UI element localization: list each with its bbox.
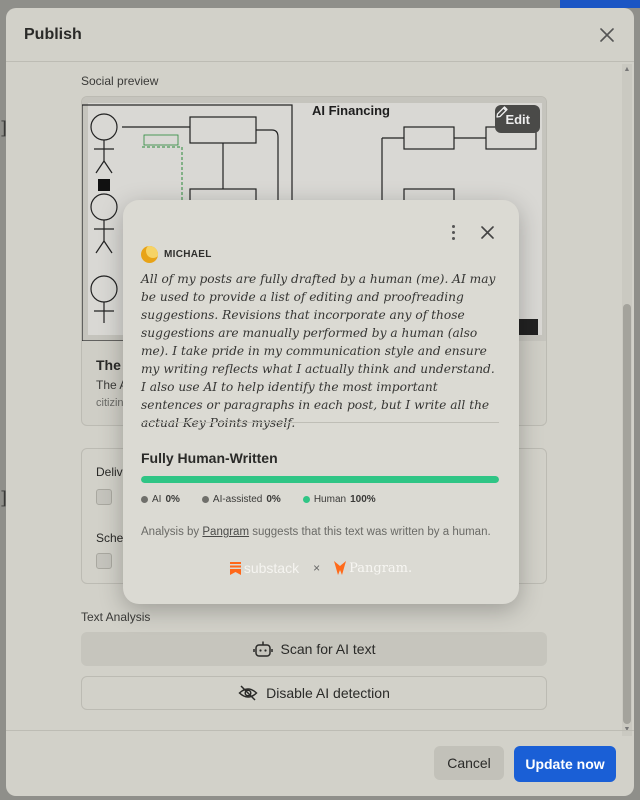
disable-label: Disable AI detection bbox=[266, 685, 390, 701]
schedule-checkbox[interactable] bbox=[96, 553, 112, 569]
delivery-label: Deliv bbox=[96, 465, 123, 479]
close-icon bbox=[480, 225, 494, 239]
robot-icon bbox=[252, 641, 273, 657]
verdict-title: Fully Human-Written bbox=[141, 450, 278, 466]
avatar bbox=[141, 246, 158, 263]
pangram-logo: Pangram. bbox=[334, 561, 412, 576]
legend-dot bbox=[141, 496, 148, 503]
cancel-button[interactable]: Cancel bbox=[434, 746, 504, 780]
analysis-note: Analysis by Pangram suggests that this t… bbox=[141, 526, 491, 538]
edit-preview-button[interactable]: Edit bbox=[495, 105, 540, 133]
text-analysis-label: Text Analysis bbox=[81, 610, 151, 624]
pangram-link[interactable]: Pangram bbox=[202, 526, 249, 538]
delivery-checkbox[interactable] bbox=[96, 489, 112, 505]
brand-separator: × bbox=[313, 561, 321, 575]
pangram-icon bbox=[334, 561, 347, 575]
dialog-title: Publish bbox=[24, 26, 82, 43]
human-score-fill bbox=[141, 476, 499, 483]
ai-analysis-popup: MICHAEL All of my posts are fully drafte… bbox=[123, 200, 519, 604]
social-preview-label: Social preview bbox=[81, 74, 159, 88]
scan-label: Scan for AI text bbox=[280, 641, 376, 657]
preview-image-title: AI Financing bbox=[312, 103, 390, 118]
legend-value: 0% bbox=[165, 494, 180, 505]
background-topbar bbox=[560, 0, 640, 8]
legend-label: AI bbox=[152, 494, 162, 505]
substack-icon bbox=[229, 561, 241, 575]
dialog-scrollbar[interactable]: ▲ ▼ bbox=[622, 64, 632, 736]
scan-ai-text-button[interactable]: Scan for AI text bbox=[81, 632, 547, 666]
pangram-wordmark: Pangram. bbox=[349, 560, 413, 576]
eye-off-icon bbox=[238, 685, 258, 701]
update-now-button[interactable]: Update now bbox=[514, 746, 616, 782]
schedule-label: Sche bbox=[96, 531, 124, 545]
substack-wordmark: substack bbox=[243, 560, 300, 576]
legend-label: Human bbox=[313, 494, 347, 505]
brand-row: substack × Pangram. bbox=[123, 560, 519, 576]
ai-usage-statement: All of my posts are fully drafted by a h… bbox=[141, 272, 496, 430]
scroll-thumb[interactable] bbox=[623, 304, 631, 724]
divider bbox=[141, 422, 499, 423]
legend-ai: AI 0% bbox=[141, 494, 180, 505]
legend-value: 0% bbox=[266, 494, 281, 505]
legend-ai-assisted: AI-assisted 0% bbox=[201, 494, 281, 505]
dialog-close-button[interactable] bbox=[594, 22, 620, 48]
human-score-bar bbox=[141, 476, 499, 483]
legend-dot bbox=[302, 496, 310, 503]
legend-dot bbox=[201, 496, 209, 503]
more-options-icon[interactable] bbox=[443, 220, 463, 244]
analysis-suffix: suggests that this text was written by a… bbox=[252, 526, 491, 538]
legend-human: Human 100% bbox=[302, 494, 376, 505]
legend-value: 100% bbox=[350, 494, 376, 505]
disable-ai-detection-button[interactable]: Disable AI detection bbox=[81, 676, 547, 710]
author-name: MICHAEL bbox=[164, 249, 212, 260]
author-row: MICHAEL bbox=[141, 246, 212, 263]
popup-close-button[interactable] bbox=[475, 220, 499, 244]
preview-domain: citizin bbox=[96, 397, 124, 409]
analysis-prefix: Analysis by bbox=[141, 526, 200, 538]
dialog-footer: Cancel Update now bbox=[6, 730, 634, 796]
close-icon bbox=[600, 28, 614, 42]
substack-logo: substack bbox=[229, 560, 300, 576]
pencil-icon bbox=[496, 106, 509, 118]
score-legend: AI 0% AI-assisted 0% Human 100% bbox=[141, 494, 376, 505]
scroll-up-arrow-icon[interactable]: ▲ bbox=[623, 66, 631, 74]
legend-label: AI-assisted bbox=[212, 494, 263, 505]
dialog-header: Publish bbox=[6, 8, 634, 62]
